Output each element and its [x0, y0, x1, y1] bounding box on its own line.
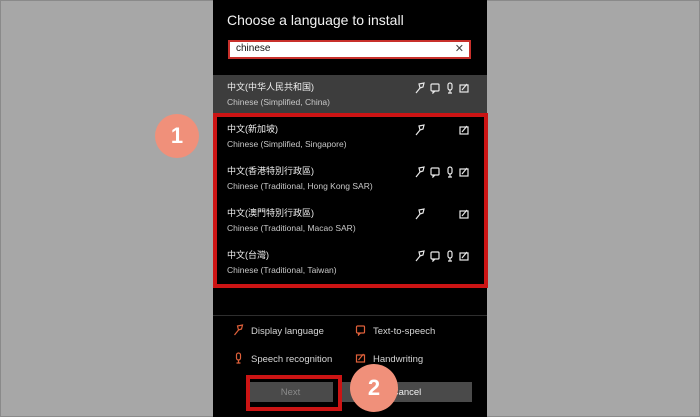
- step-badge-1: 1: [155, 114, 199, 158]
- search-value: chinese: [236, 43, 271, 54]
- legend-label: Speech recognition: [251, 354, 333, 365]
- language-english-name: Chinese (Traditional, Macao SAR): [227, 223, 356, 233]
- next-button[interactable]: Next: [248, 382, 333, 402]
- legend-speech-recognition: Speech recognition: [233, 352, 332, 367]
- display-language-icon: [415, 82, 425, 94]
- language-list-item[interactable]: 中文(香港特別行政區) Chinese (Traditional, Hong Ko…: [213, 159, 487, 201]
- text-to-speech-icon: [430, 250, 440, 262]
- language-list-item[interactable]: 中文(台灣) Chinese (Traditional, Taiwan): [213, 243, 487, 285]
- language-list-item[interactable]: 中文(新加坡) Chinese (Simplified, Singapore): [213, 117, 487, 159]
- display-language-icon: [415, 208, 425, 220]
- text-to-speech-icon: [430, 166, 440, 178]
- handwriting-icon: [459, 82, 469, 94]
- display-language-icon: [415, 124, 425, 136]
- language-english-name: Chinese (Traditional, Hong Kong SAR): [227, 181, 373, 191]
- microphone-icon: [445, 250, 455, 262]
- microphone-icon: [445, 166, 455, 178]
- language-native-name: 中文(新加坡): [227, 124, 278, 134]
- search-input[interactable]: chinese ✕: [228, 40, 471, 59]
- close-icon[interactable]: ✕: [455, 42, 464, 55]
- language-native-name: 中文(中华人民共和国): [227, 82, 314, 92]
- text-to-speech-icon: [355, 324, 366, 339]
- text-to-speech-icon: [430, 82, 440, 94]
- legend-label: Display language: [251, 326, 324, 337]
- language-english-name: Chinese (Traditional, Taiwan): [227, 265, 337, 275]
- handwriting-icon: [459, 124, 469, 136]
- microphone-icon: [445, 82, 455, 94]
- language-native-name: 中文(台灣): [227, 250, 269, 260]
- microphone-icon: [233, 352, 244, 367]
- handwriting-icon: [459, 166, 469, 178]
- handwriting-icon: [459, 208, 469, 220]
- language-native-name: 中文(香港特別行政區): [227, 166, 314, 176]
- legend-label: Text-to-speech: [373, 326, 436, 337]
- language-list-item[interactable]: 中文(澳門特別行政區) Chinese (Traditional, Macao S…: [213, 201, 487, 243]
- handwriting-icon: [459, 250, 469, 262]
- language-english-name: Chinese (Simplified, Singapore): [227, 139, 347, 149]
- language-english-name: Chinese (Simplified, China): [227, 97, 330, 107]
- language-list: 中文(中华人民共和国) Chinese (Simplified, China) 中文…: [213, 75, 487, 285]
- legend-label: Handwriting: [373, 354, 424, 365]
- display-language-icon: [415, 166, 425, 178]
- step-badge-2: 2: [350, 364, 398, 412]
- language-list-item[interactable]: 中文(中华人民共和国) Chinese (Simplified, China): [213, 75, 487, 117]
- legend-text-to-speech: Text-to-speech: [355, 324, 435, 339]
- language-install-dialog: Choose a language to install chinese ✕ 中…: [213, 0, 487, 417]
- display-language-icon: [233, 324, 244, 339]
- divider: [213, 315, 487, 316]
- dialog-title: Choose a language to install: [227, 12, 404, 28]
- display-language-icon: [415, 250, 425, 262]
- legend-display-language: Display language: [233, 324, 324, 339]
- language-native-name: 中文(澳門特別行政區): [227, 208, 314, 218]
